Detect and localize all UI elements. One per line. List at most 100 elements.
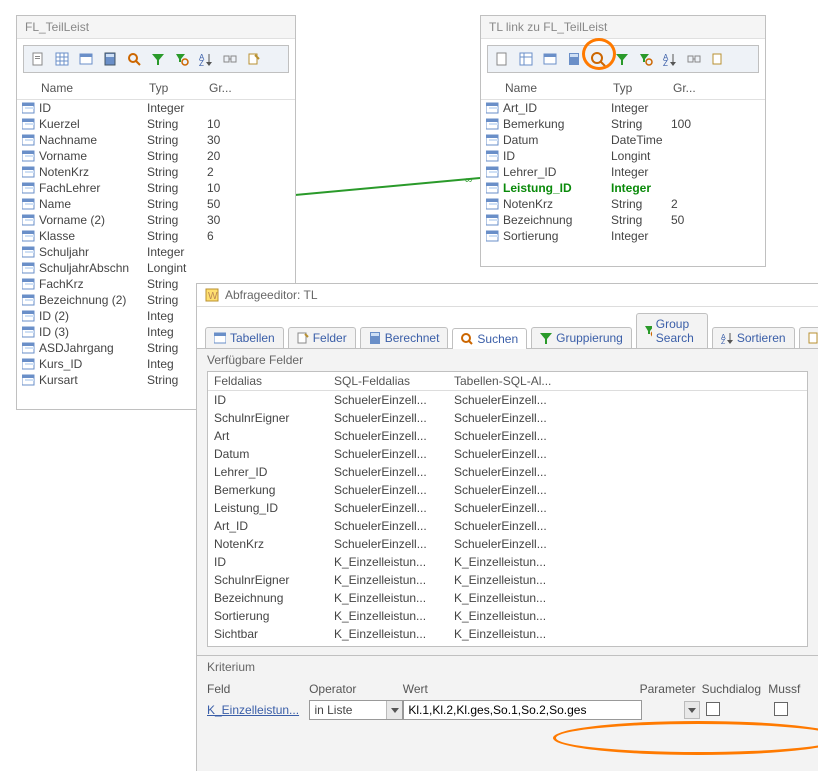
field-row[interactable]: NotenKrzString2 [21, 164, 291, 180]
grid-row[interactable]: GewichtungK_Einzelleistun...K_Einzelleis… [208, 643, 807, 647]
parameter-dropdown[interactable] [684, 701, 700, 719]
field-name: Kursart [39, 373, 147, 387]
doc-icon[interactable] [28, 49, 48, 69]
filter-icon[interactable] [148, 49, 168, 69]
grid-row[interactable]: SichtbarK_Einzelleistun...K_Einzelleistu… [208, 625, 807, 643]
calc-icon[interactable] [100, 49, 120, 69]
field-row[interactable]: IDLongint [485, 148, 761, 164]
field-row[interactable]: BemerkungString100 [485, 116, 761, 132]
grid-row[interactable]: SortierungK_Einzelleistun...K_Einzelleis… [208, 607, 807, 625]
filter-icon[interactable] [612, 49, 632, 69]
field-icon [485, 165, 501, 179]
field-typ: Longint [611, 149, 671, 163]
grid-row[interactable]: NotenKrzSchuelerEinzell...SchuelerEinzel… [208, 535, 807, 553]
grid-row[interactable]: IDSchuelerEinzell...SchuelerEinzell... [208, 391, 807, 409]
table-icon[interactable] [76, 49, 96, 69]
grid-icon[interactable] [52, 49, 72, 69]
field-row[interactable]: KuerzelString10 [21, 116, 291, 132]
link-icon[interactable] [684, 49, 704, 69]
field-row[interactable]: FachLehrerString10 [21, 180, 291, 196]
col-typ-header[interactable]: Typ [613, 81, 673, 95]
col-gr-header[interactable]: Gr... [209, 81, 249, 95]
table-icon[interactable] [540, 49, 560, 69]
calc-icon[interactable] [564, 49, 584, 69]
grid-row[interactable]: BezeichnungK_Einzelleistun...K_Einzellei… [208, 589, 807, 607]
field-name: Vorname [39, 149, 147, 163]
field-row[interactable]: Art_IDInteger [485, 100, 761, 116]
grid-row[interactable]: ArtSchuelerEinzell...SchuelerEinzell... [208, 427, 807, 445]
field-typ: String [147, 181, 207, 195]
field-row[interactable]: Lehrer_IDInteger [485, 164, 761, 180]
field-icon [21, 245, 37, 259]
tab-tabellen[interactable]: Tabellen [205, 327, 284, 348]
field-typ: String [147, 165, 207, 179]
suchdialog-checkbox[interactable] [706, 702, 720, 716]
cell-feldalias: Sichtbar [208, 625, 328, 643]
field-row[interactable]: BezeichnungString50 [485, 212, 761, 228]
col-sqlfeldalias[interactable]: SQL-Feldalias [328, 372, 448, 390]
field-name: Schuljahr [39, 245, 147, 259]
edit-icon[interactable] [708, 49, 728, 69]
kriterium-operator-combo[interactable]: in Liste [309, 700, 403, 720]
filter-search-icon[interactable] [172, 49, 192, 69]
field-row[interactable]: SchuljahrAbschnLongint [21, 260, 291, 276]
field-row[interactable]: NotenKrzString2 [485, 196, 761, 212]
cell-tabellensqlalias: SchuelerEinzell... [448, 481, 588, 499]
field-name: Bezeichnung (2) [39, 293, 147, 307]
col-name-header[interactable]: Name [41, 81, 149, 95]
link-icon[interactable] [220, 49, 240, 69]
grid-row[interactable]: Lehrer_IDSchuelerEinzell...SchuelerEinze… [208, 463, 807, 481]
kriterium-feld-value[interactable]: K_Einzelleistun... [207, 703, 299, 717]
col-feldalias[interactable]: Feldalias [208, 372, 328, 390]
field-name: SchuljahrAbschn [39, 261, 147, 275]
grid-row[interactable]: BemerkungSchuelerEinzell...SchuelerEinze… [208, 481, 807, 499]
grid-icon[interactable] [516, 49, 536, 69]
doc-icon[interactable] [492, 49, 512, 69]
search-icon[interactable] [588, 49, 608, 69]
tab-groupsearch[interactable]: Group Search [636, 313, 708, 348]
grid-row[interactable]: SchulnrEignerK_Einzelleistun...K_Einzell… [208, 571, 807, 589]
cell-feldalias: Bezeichnung [208, 589, 328, 607]
sort-icon[interactable]: AZ [196, 49, 216, 69]
field-row[interactable]: Vorname (2)String30 [21, 212, 291, 228]
tab-felder[interactable]: Felder [288, 327, 356, 348]
field-name: Bezeichnung [503, 213, 611, 227]
col-typ-header[interactable]: Typ [149, 81, 209, 95]
edit-icon[interactable] [244, 49, 264, 69]
kriterium-wert-input[interactable] [403, 700, 642, 720]
field-row[interactable]: SortierungInteger [485, 228, 761, 244]
field-gr: 100 [671, 117, 711, 131]
grid-row[interactable]: DatumSchuelerEinzell...SchuelerEinzell..… [208, 445, 807, 463]
tab-gruppierung[interactable]: Gruppierung [531, 327, 632, 348]
field-name: Nachname [39, 133, 147, 147]
field-name: ID (2) [39, 309, 147, 323]
tab-berechnet[interactable]: Berechnet [360, 327, 449, 348]
field-row[interactable]: VornameString20 [21, 148, 291, 164]
available-fields-grid[interactable]: Feldalias SQL-Feldalias Tabellen-SQL-Al.… [207, 371, 808, 647]
field-row[interactable]: IDInteger [21, 100, 291, 116]
tab-suchen[interactable]: Suchen [452, 328, 527, 349]
editor-title-bar: W Abfrageeditor: TL [197, 284, 818, 307]
field-row[interactable]: SchuljahrInteger [21, 244, 291, 260]
grid-row[interactable]: SchulnrEignerSchuelerEinzell...SchuelerE… [208, 409, 807, 427]
filter-search-icon[interactable] [636, 49, 656, 69]
cell-sqlfeldalias: K_Einzelleistun... [328, 625, 448, 643]
grid-row[interactable]: Leistung_IDSchuelerEinzell...SchuelerEin… [208, 499, 807, 517]
col-name-header[interactable]: Name [505, 81, 613, 95]
search-icon[interactable] [124, 49, 144, 69]
field-row[interactable]: NachnameString30 [21, 132, 291, 148]
grid-row[interactable]: IDK_Einzelleistun...K_Einzelleistun... [208, 553, 807, 571]
tab-sql[interactable]: SQL [799, 327, 818, 348]
panel2-field-list: Art_IDIntegerBemerkungString100DatumDate… [481, 100, 765, 248]
field-typ: Longint [147, 261, 207, 275]
col-tabellensqlalias[interactable]: Tabellen-SQL-Al... [448, 372, 588, 390]
grid-row[interactable]: Art_IDSchuelerEinzell...SchuelerEinzell.… [208, 517, 807, 535]
col-gr-header[interactable]: Gr... [673, 81, 713, 95]
mussf-checkbox[interactable] [774, 702, 788, 716]
sort-icon[interactable]: AZ [660, 49, 680, 69]
field-row[interactable]: KlasseString6 [21, 228, 291, 244]
field-row[interactable]: NameString50 [21, 196, 291, 212]
tab-sortieren[interactable]: AZ Sortieren [712, 327, 795, 348]
field-row[interactable]: Leistung_IDInteger [485, 180, 761, 196]
field-row[interactable]: DatumDateTime [485, 132, 761, 148]
